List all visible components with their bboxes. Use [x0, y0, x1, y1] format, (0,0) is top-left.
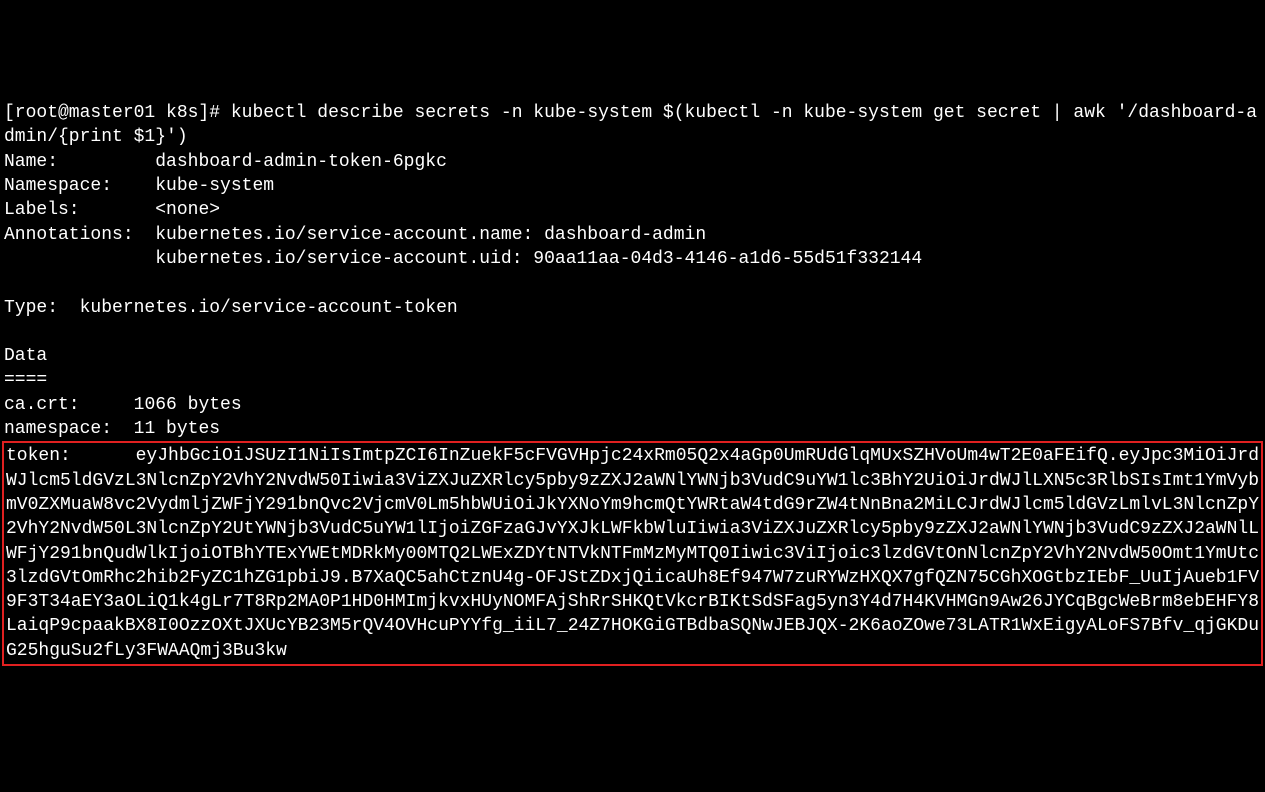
data-namespace-value: 11 bytes: [134, 419, 220, 439]
labels-label: Labels:: [4, 200, 80, 220]
ca-crt-label: ca.crt:: [4, 395, 80, 415]
annotations-label: Annotations:: [4, 225, 134, 245]
annotations-value-2: kubernetes.io/service-account.uid: 90aa1…: [155, 249, 922, 269]
token-label: token:: [6, 446, 71, 466]
type-value: kubernetes.io/service-account-token: [80, 298, 458, 318]
ca-crt-value: 1066 bytes: [134, 395, 242, 415]
data-heading: Data: [4, 346, 47, 366]
data-namespace-label: namespace:: [4, 419, 112, 439]
data-divider: ====: [4, 370, 47, 390]
namespace-value: kube-system: [155, 176, 274, 196]
namespace-label: Namespace:: [4, 176, 112, 196]
name-label: Name:: [4, 152, 58, 172]
labels-value: <none>: [155, 200, 220, 220]
annotations-value-1: kubernetes.io/service-account.name: dash…: [155, 225, 706, 245]
name-value: dashboard-admin-token-6pgkc: [155, 152, 447, 172]
shell-prompt: [root@master01 k8s]#: [4, 103, 220, 123]
type-label: Type:: [4, 298, 58, 318]
terminal-output: [root@master01 k8s]# kubectl describe se…: [4, 101, 1261, 441]
token-highlight-box: token: eyJhbGciOiJSUzI1NiIsImtpZCI6InZue…: [2, 441, 1263, 666]
token-value: eyJhbGciOiJSUzI1NiIsImtpZCI6InZuekF5cFVG…: [6, 446, 1259, 660]
